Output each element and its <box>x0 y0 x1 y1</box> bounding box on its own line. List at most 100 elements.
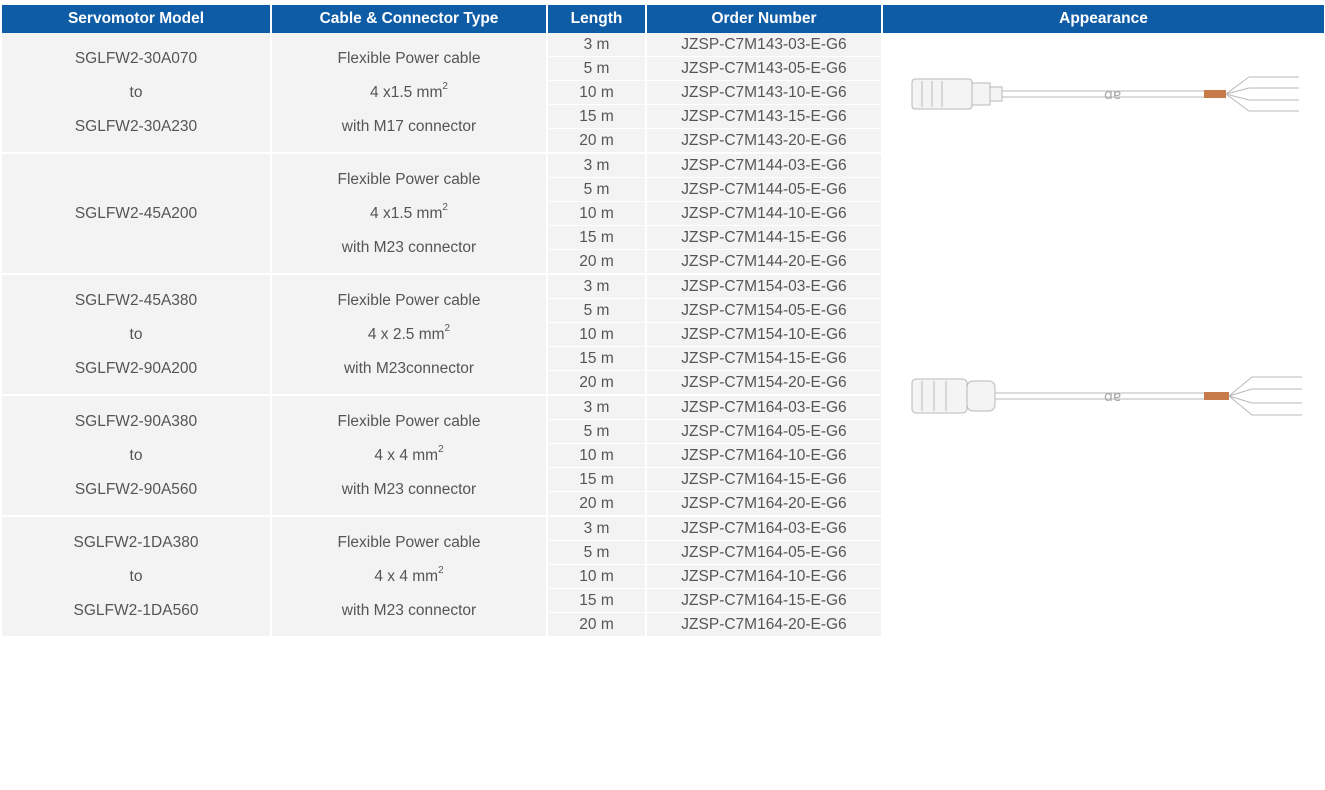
servomotor-model-text: to <box>129 83 143 101</box>
servomotor-model-text: SGLFW2-1DA380 <box>73 533 199 551</box>
length-cell: 20 m <box>548 250 647 275</box>
order-number-cell: JZSP-C7M154-20-E-G6 <box>647 371 883 396</box>
cable-cross-section: 4 x1.5 mm2 <box>272 76 546 110</box>
order-number-cell: JZSP-C7M144-20-E-G6 <box>647 250 883 275</box>
servomotor-model-text: SGLFW2-1DA560 <box>73 601 199 619</box>
cable-size-superscript: 2 <box>442 81 448 93</box>
length-cell: 15 m <box>548 226 647 250</box>
length-cell: 3 m <box>548 33 647 57</box>
header-length: Length <box>548 5 647 33</box>
cable-type-label: Flexible Power cable <box>337 49 481 67</box>
cable-connector-type-cell: Flexible Power cable 4 x1.5 mm2 with M17 c… <box>272 33 548 154</box>
appearance-cell: ɑɐ <box>883 33 1324 154</box>
m23-power-cable-icon: ɑɐ <box>883 371 1324 421</box>
length-cell: 3 m <box>548 517 647 541</box>
cable-connector-type-cell: Flexible Power cable 4 x 2.5 mm2 with M23c… <box>272 275 548 396</box>
order-number-cell: JZSP-C7M164-10-E-G6 <box>647 565 883 589</box>
servomotor-model-cell: SGLFW2-30A070 to SGLFW2-30A230 <box>2 33 272 154</box>
svg-text:ɑɐ: ɑɐ <box>1104 87 1121 103</box>
servomotor-model-text: SGLFW2-30A230 <box>74 117 198 135</box>
length-cell: 3 m <box>548 275 647 299</box>
order-number-cell: JZSP-C7M164-05-E-G6 <box>647 541 883 565</box>
order-number-cell: JZSP-C7M143-05-E-G6 <box>647 57 883 81</box>
servomotor-model-cell: SGLFW2-45A200 <box>2 154 272 275</box>
length-cell: 10 m <box>548 565 647 589</box>
servomotor-model-text: SGLFW2-45A380 <box>74 291 198 309</box>
header-cable-connector-type: Cable & Connector Type <box>272 5 548 33</box>
length-cell: 5 m <box>548 420 647 444</box>
header-servomotor-model: Servomotor Model <box>2 5 272 33</box>
servomotor-model-cell: SGLFW2-90A380 to SGLFW2-90A560 <box>2 396 272 517</box>
connector-type-label: with M23 connector <box>341 601 477 619</box>
length-cell: 10 m <box>548 323 647 347</box>
cable-size-superscript: 2 <box>438 565 444 577</box>
m17-power-cable-icon: ɑɐ <box>883 69 1324 119</box>
servomotor-model-text: to <box>129 567 143 585</box>
cable-type-label: Flexible Power cable <box>337 170 481 188</box>
connector-type-label: with M23 connector <box>341 480 477 498</box>
cable-size-text: 4 x 4 mm <box>374 446 439 464</box>
servomotor-model-cell: SGLFW2-1DA380 to SGLFW2-1DA560 <box>2 517 272 638</box>
cable-cross-section: 4 x 4 mm2 <box>272 439 546 473</box>
order-number-cell: JZSP-C7M143-15-E-G6 <box>647 105 883 129</box>
length-cell: 5 m <box>548 541 647 565</box>
length-cell: 20 m <box>548 613 647 638</box>
cable-order-table: Servomotor Model Cable & Connector Type … <box>2 5 1324 638</box>
servomotor-model-cell: SGLFW2-45A380 to SGLFW2-90A200 <box>2 275 272 396</box>
table-body: SGLFW2-30A070 to SGLFW2-30A230 Flexible Pow… <box>2 33 1324 638</box>
servomotor-model-text: to <box>129 325 143 343</box>
order-number-cell: JZSP-C7M154-03-E-G6 <box>647 275 883 299</box>
servomotor-model-text: to <box>129 446 143 464</box>
length-cell: 5 m <box>548 299 647 323</box>
order-number-cell: JZSP-C7M154-10-E-G6 <box>647 323 883 347</box>
order-number-cell: JZSP-C7M143-10-E-G6 <box>647 81 883 105</box>
header-appearance: Appearance <box>883 5 1324 33</box>
length-cell: 10 m <box>548 444 647 468</box>
order-number-cell: JZSP-C7M164-20-E-G6 <box>647 613 883 638</box>
length-cell: 5 m <box>548 57 647 81</box>
order-number-cell: JZSP-C7M143-20-E-G6 <box>647 129 883 154</box>
length-cell: 10 m <box>548 202 647 226</box>
order-number-cell: JZSP-C7M164-20-E-G6 <box>647 492 883 517</box>
servomotor-model-text: SGLFW2-90A200 <box>74 359 198 377</box>
header-order-number: Order Number <box>647 5 883 33</box>
cable-size-superscript: 2 <box>438 444 444 456</box>
order-number-cell: JZSP-C7M164-15-E-G6 <box>647 589 883 613</box>
svg-text:ɑɐ: ɑɐ <box>1104 389 1121 405</box>
order-number-cell: JZSP-C7M143-03-E-G6 <box>647 33 883 57</box>
length-cell: 15 m <box>548 589 647 613</box>
cable-cross-section: 4 x 4 mm2 <box>272 560 546 594</box>
cable-type-label: Flexible Power cable <box>337 412 481 430</box>
order-number-cell: JZSP-C7M164-15-E-G6 <box>647 468 883 492</box>
cable-cross-section: 4 x1.5 mm2 <box>272 197 546 231</box>
length-cell: 15 m <box>548 468 647 492</box>
length-cell: 3 m <box>548 154 647 178</box>
connector-type-label: with M23 connector <box>341 238 477 256</box>
length-cell: 15 m <box>548 105 647 129</box>
servomotor-model-text: SGLFW2-30A070 <box>74 49 198 67</box>
servomotor-model-text: SGLFW2-90A560 <box>74 480 198 498</box>
order-number-cell: JZSP-C7M144-05-E-G6 <box>647 178 883 202</box>
order-number-cell: JZSP-C7M154-05-E-G6 <box>647 299 883 323</box>
cable-connector-type-cell: Flexible Power cable 4 x 4 mm2 with M23 co… <box>272 396 548 517</box>
order-number-cell: JZSP-C7M144-10-E-G6 <box>647 202 883 226</box>
table-row: SGLFW2-30A070 to SGLFW2-30A230 Flexible Pow… <box>2 33 1324 154</box>
cable-type-label: Flexible Power cable <box>337 291 481 309</box>
order-number-cell: JZSP-C7M154-15-E-G6 <box>647 347 883 371</box>
order-number-cell: JZSP-C7M164-03-E-G6 <box>647 396 883 420</box>
length-cell: 15 m <box>548 347 647 371</box>
cable-connector-type-cell: Flexible Power cable 4 x 4 mm2 with M23 co… <box>272 517 548 638</box>
table-row: SGLFW2-45A200 Flexible Power cable 4 x1.5 … <box>2 154 1324 638</box>
length-cell: 20 m <box>548 129 647 154</box>
length-cell: 10 m <box>548 81 647 105</box>
order-number-cell: JZSP-C7M164-03-E-G6 <box>647 517 883 541</box>
order-number-cell: JZSP-C7M164-05-E-G6 <box>647 420 883 444</box>
cable-size-superscript: 2 <box>442 202 448 214</box>
cable-size-superscript: 2 <box>444 323 451 335</box>
cable-size-text: 4 x1.5 mm <box>370 204 443 222</box>
cable-cross-section: 4 x 2.5 mm2 <box>272 318 546 352</box>
cable-size-text: 4 x 4 mm <box>374 567 439 585</box>
cable-connector-type-cell: Flexible Power cable 4 x1.5 mm2 with M23 c… <box>272 154 548 275</box>
appearance-cell: ɑɐ <box>883 154 1324 638</box>
order-number-cell: JZSP-C7M164-10-E-G6 <box>647 444 883 468</box>
